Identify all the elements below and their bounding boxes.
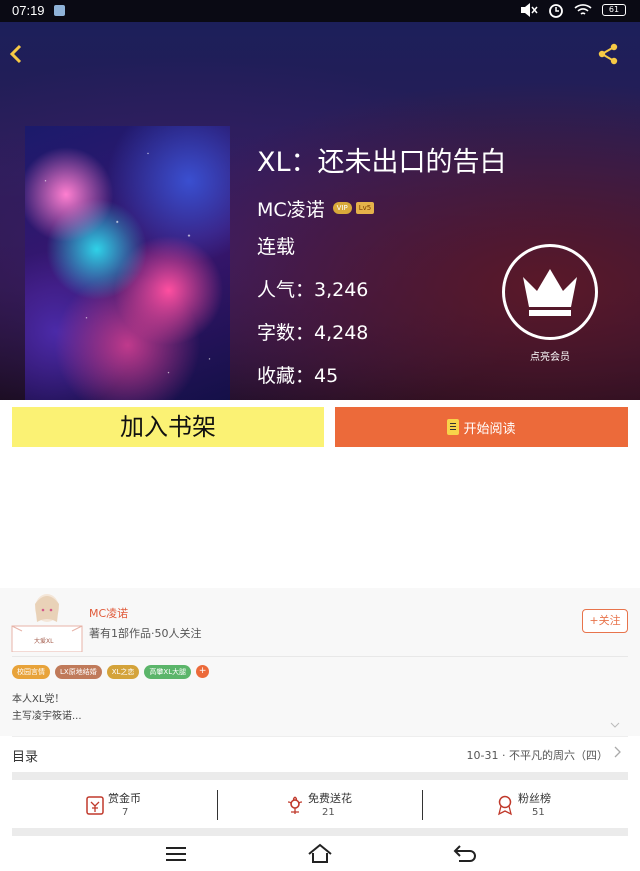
author-card: 大爱XL MC凌诺 著有1部作品·50人关注 +关注 校园言情 LX原地结婚 X… xyxy=(0,588,640,748)
add-to-shelf-button[interactable]: 加入书架 xyxy=(12,407,324,447)
share-icon xyxy=(598,43,618,65)
send-flower-button[interactable]: 免费送花 21 xyxy=(284,788,489,824)
notification-icon xyxy=(54,5,65,16)
book-info: XL：还未出口的告白 MC凌诺 VIP Lv5 连载 人气：3,246 字数：4… xyxy=(257,140,507,398)
flower-label: 免费送花 xyxy=(308,792,352,805)
level-badge: Lv5 xyxy=(355,202,375,214)
divider xyxy=(422,790,423,820)
expand-bio-icon[interactable] xyxy=(610,720,620,731)
chevron-left-icon xyxy=(9,44,22,64)
status-time: 07:19 xyxy=(12,3,45,18)
section-separator xyxy=(12,828,628,836)
tag-item[interactable]: LX原地结婚 xyxy=(55,665,102,679)
add-tag-button[interactable]: + xyxy=(196,665,210,678)
tag-item[interactable]: 校园言情 xyxy=(12,665,50,679)
ribbon-icon xyxy=(498,795,512,816)
menu-icon[interactable] xyxy=(162,840,190,868)
reward-label: 赏金币 xyxy=(108,792,141,805)
chevron-down-icon xyxy=(610,722,620,728)
action-bar: 加入书架 开始阅读 xyxy=(0,400,640,454)
follow-button[interactable]: +关注 xyxy=(582,609,628,633)
book-header: XL：还未出口的告白 MC凌诺 VIP Lv5 连载 人气：3,246 字数：4… xyxy=(0,22,640,400)
book-status: 连载 xyxy=(257,236,296,258)
book-author[interactable]: MC凌诺 xyxy=(257,195,325,222)
fans-label: 粉丝榜 xyxy=(518,792,551,805)
book-word-count: 字数：4,248 xyxy=(257,322,369,344)
reward-button[interactable]: 赏金币 7 xyxy=(84,788,289,824)
share-button[interactable] xyxy=(596,42,620,66)
author-tags: 校园言情 LX原地结婚 XL之恋 高攀XL大腿 + xyxy=(12,665,210,679)
chevron-right-icon xyxy=(614,746,621,758)
system-nav-bar xyxy=(0,836,640,871)
home-icon[interactable] xyxy=(306,840,334,868)
divider xyxy=(12,736,628,737)
alarm-icon xyxy=(549,4,563,18)
wifi-icon xyxy=(574,4,592,15)
tag-item[interactable]: XL之恋 xyxy=(106,665,140,679)
stats-row: 赏金币 7 免费送花 21 粉丝榜 51 xyxy=(0,780,640,828)
divider xyxy=(12,656,628,657)
fans-count: 51 xyxy=(532,807,545,818)
membership-button[interactable] xyxy=(502,244,598,340)
flower-icon xyxy=(287,796,303,814)
flower-count: 21 xyxy=(322,807,335,818)
table-of-contents-row[interactable]: 目录 10-31 · 不平凡的周六（四） xyxy=(0,736,640,772)
author-bio-line1: 本人XL党！ xyxy=(12,694,65,705)
tag-item[interactable]: 高攀XL大腿 xyxy=(144,665,192,679)
mute-icon xyxy=(521,3,538,17)
latest-chapter: 10-31 · 不平凡的周六（四） xyxy=(466,749,608,762)
back-nav-icon[interactable] xyxy=(451,840,479,868)
section-separator xyxy=(12,772,628,780)
book-favorites: 收藏：45 xyxy=(257,365,339,387)
membership-label: 点亮会员 xyxy=(530,352,570,363)
coin-icon xyxy=(86,796,104,815)
crown-icon xyxy=(523,269,577,316)
back-button[interactable] xyxy=(8,42,36,70)
book-cover[interactable] xyxy=(25,126,230,400)
book-popularity: 人气：3,246 xyxy=(257,279,369,301)
author-meta: 著有1部作品·50人关注 xyxy=(89,627,202,640)
cover-stars xyxy=(25,126,230,400)
status-bar: 07:19 61 xyxy=(0,0,640,22)
fan-ranking-button[interactable]: 粉丝榜 51 xyxy=(494,788,640,824)
battery-icon: 61 xyxy=(602,4,626,16)
author-avatar[interactable]: 大爱XL xyxy=(10,590,84,653)
avatar-caption: 大爱XL xyxy=(34,638,54,645)
author-bio-line2: 主写凌宇筱诺... xyxy=(12,711,82,722)
vip-badge: VIP xyxy=(332,202,352,214)
divider xyxy=(217,790,218,820)
toc-label: 目录 xyxy=(12,750,39,765)
start-reading-label: 开始阅读 xyxy=(463,421,516,437)
author-name[interactable]: MC凌诺 xyxy=(89,605,128,621)
reward-count: 7 xyxy=(122,807,129,818)
book-icon xyxy=(447,419,460,435)
book-title: XL：还未出口的告白 xyxy=(257,147,507,178)
start-reading-button[interactable]: 开始阅读 xyxy=(335,407,628,447)
